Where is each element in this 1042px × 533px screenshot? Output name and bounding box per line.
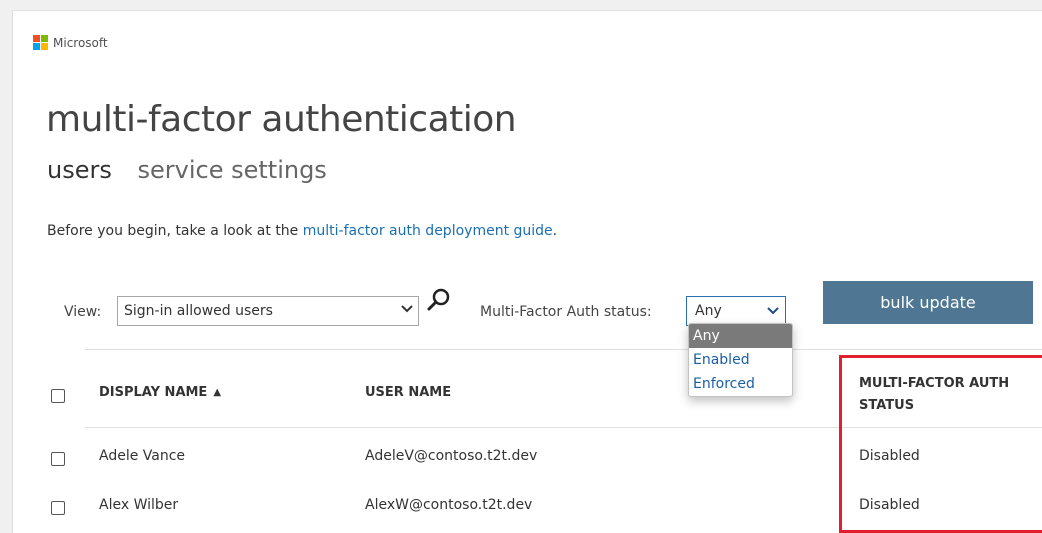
search-icon[interactable] — [425, 286, 453, 314]
intro-lead: Before you begin, take a look at the — [47, 223, 303, 239]
column-header-user-name[interactable]: USER NAME — [365, 385, 451, 400]
header-divider — [85, 427, 1042, 428]
brand-name: Microsoft — [53, 36, 108, 50]
row-checkbox[interactable] — [51, 501, 65, 515]
display-name-header-label: DISPLAY NAME — [99, 385, 208, 400]
page-title: multi-factor authentication — [46, 99, 517, 140]
row-display-name[interactable]: Adele Vance — [99, 448, 185, 464]
chevron-down-icon — [401, 305, 413, 313]
select-all-checkbox[interactable] — [51, 389, 65, 403]
row-user-name: AdeleV@contoso.t2t.dev — [365, 448, 538, 464]
row-checkbox[interactable] — [51, 452, 65, 466]
row-display-name[interactable]: Alex Wilber — [99, 497, 178, 513]
sort-ascending-icon: ▲ — [213, 387, 222, 398]
subnav: users service settings — [47, 156, 345, 184]
view-select[interactable]: Sign-in allowed users — [117, 296, 419, 326]
microsoft-brand[interactable]: Microsoft — [33, 35, 108, 51]
mfa-status-dropdown: Any Enabled Enforced — [688, 323, 793, 397]
mfa-status-header-line2: STATUS — [859, 398, 915, 413]
deployment-guide-link[interactable]: multi-factor auth deployment guide — [303, 223, 553, 239]
tab-service-settings[interactable]: service settings — [138, 156, 327, 184]
microsoft-logo-icon — [33, 35, 49, 51]
row-mfa-status: Disabled — [859, 497, 920, 513]
mfa-page: Microsoft multi-factor authentication us… — [12, 10, 1042, 533]
dropdown-option-any[interactable]: Any — [689, 324, 792, 348]
bulk-update-button[interactable]: bulk update — [823, 281, 1033, 324]
column-header-display-name[interactable]: DISPLAY NAME ▲ — [99, 385, 221, 400]
mfa-status-header-line1: MULTI-FACTOR AUTH — [859, 376, 1010, 391]
row-user-name: AlexW@contoso.t2t.dev — [365, 497, 533, 513]
row-mfa-status: Disabled — [859, 448, 920, 464]
mfa-status-select[interactable]: Any — [686, 296, 786, 326]
mfa-status-select-value: Any — [695, 303, 722, 319]
view-select-value: Sign-in allowed users — [124, 303, 273, 319]
dropdown-option-enabled[interactable]: Enabled — [689, 348, 792, 372]
mfa-status-label: Multi-Factor Auth status: — [480, 304, 652, 320]
intro-end: . — [552, 223, 558, 239]
tab-users[interactable]: users — [47, 156, 112, 184]
view-label: View: — [64, 304, 102, 320]
dropdown-option-enforced[interactable]: Enforced — [689, 372, 792, 396]
column-header-mfa-status[interactable]: MULTI-FACTOR AUTH STATUS — [859, 373, 1009, 417]
table-top-divider — [85, 349, 1042, 350]
chevron-down-icon — [767, 307, 779, 315]
intro-text: Before you begin, take a look at the mul… — [47, 223, 557, 239]
